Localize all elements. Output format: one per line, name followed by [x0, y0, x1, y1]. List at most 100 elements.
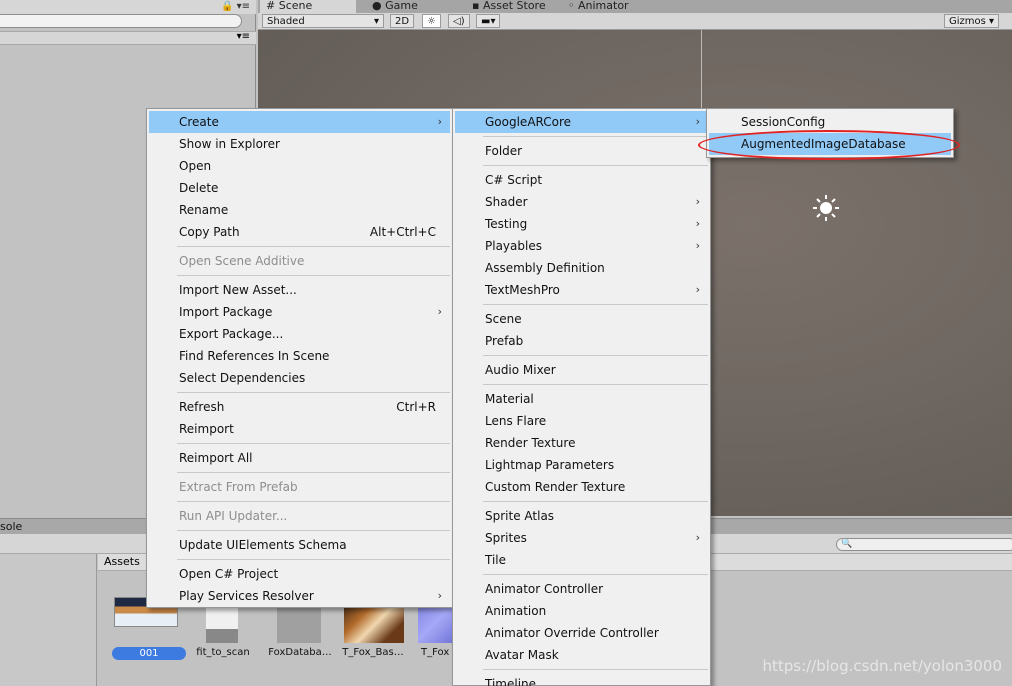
- menu-item-label: Sprites: [485, 531, 527, 545]
- menu-item-export-package[interactable]: Export Package...: [149, 323, 450, 345]
- menu-item-prefab[interactable]: Prefab: [455, 330, 708, 352]
- menu-separator: [483, 304, 708, 305]
- tab-console[interactable]: sole: [0, 520, 22, 533]
- project-search-input[interactable]: 🔍: [836, 538, 1012, 551]
- menu-item-render-texture[interactable]: Render Texture: [455, 432, 708, 454]
- menu-item-import-package[interactable]: Import Package ›: [149, 301, 450, 323]
- menu-item-assembly-definition[interactable]: Assembly Definition: [455, 257, 708, 279]
- menu-item-label: Timeline: [485, 677, 537, 686]
- highlight-annotation: [698, 130, 960, 160]
- hierarchy-search-input[interactable]: [0, 14, 242, 28]
- menu-item-show-in-explorer[interactable]: Show in Explorer: [149, 133, 450, 155]
- menu-item-audio-mixer[interactable]: Audio Mixer: [455, 359, 708, 381]
- menu-item-animation[interactable]: Animation: [455, 600, 708, 622]
- menu-item-label: C# Script: [485, 173, 543, 187]
- chevron-right-icon: ›: [695, 531, 700, 544]
- menu-item-scene[interactable]: Scene: [455, 308, 708, 330]
- menu-item-timeline[interactable]: Timeline: [455, 673, 708, 686]
- menu-item-find-references-in-scene[interactable]: Find References In Scene: [149, 345, 450, 367]
- menu-item-label: Assembly Definition: [485, 261, 605, 275]
- menu-item-folder[interactable]: Folder: [455, 140, 708, 162]
- 2d-toggle-button[interactable]: 2D: [390, 14, 415, 28]
- project-header-bar: ▾≡: [0, 31, 256, 45]
- menu-item-reimport[interactable]: Reimport: [149, 418, 450, 440]
- menu-item-googlearcore[interactable]: GoogleARCore ›: [455, 111, 708, 133]
- menu-item-tile[interactable]: Tile: [455, 549, 708, 571]
- menu-item-copy-path[interactable]: Copy Path Alt+Ctrl+C: [149, 221, 450, 243]
- menu-item-rename[interactable]: Rename: [149, 199, 450, 221]
- menu-item-open[interactable]: Open: [149, 155, 450, 177]
- menu-item-material[interactable]: Material: [455, 388, 708, 410]
- chevron-right-icon: ›: [695, 283, 700, 296]
- menu-item-label: Show in Explorer: [179, 137, 280, 151]
- menu-item-select-dependencies[interactable]: Select Dependencies: [149, 367, 450, 389]
- menu-separator: [483, 165, 708, 166]
- menu-item-sprite-atlas[interactable]: Sprite Atlas: [455, 505, 708, 527]
- menu-item-label: Reimport All: [179, 451, 253, 465]
- tab-animator[interactable]: ◦ Animator: [562, 0, 635, 13]
- gizmos-dropdown[interactable]: Gizmos ▾: [944, 14, 1000, 28]
- directional-light-icon[interactable]: [812, 194, 840, 222]
- menu-item-lightmap-parameters[interactable]: Lightmap Parameters: [455, 454, 708, 476]
- menu-separator: [177, 275, 450, 276]
- tab-game[interactable]: ● Game: [366, 0, 424, 13]
- project-folder-tree[interactable]: [0, 554, 97, 686]
- animator-icon: ◦: [568, 0, 578, 12]
- menu-item-play-services-resolver[interactable]: Play Services Resolver ›: [149, 585, 450, 607]
- shortcut-label: Alt+Ctrl+C: [369, 225, 436, 239]
- menu-item-textmeshpro[interactable]: TextMeshPro ›: [455, 279, 708, 301]
- menu-item-animator-override-controller[interactable]: Animator Override Controller: [455, 622, 708, 644]
- panel-menu-icon[interactable]: ▾≡: [237, 31, 250, 42]
- menu-item-label: GoogleARCore: [485, 115, 572, 129]
- menu-separator: [177, 472, 450, 473]
- asset-label: T_Fox: [421, 647, 450, 658]
- tab-scene[interactable]: # Scene: [260, 0, 356, 13]
- menu-item-sprites[interactable]: Sprites ›: [455, 527, 708, 549]
- menu-separator: [177, 501, 450, 502]
- menu-item-import-new-asset[interactable]: Import New Asset...: [149, 279, 450, 301]
- menu-item-testing[interactable]: Testing ›: [455, 213, 708, 235]
- menu-separator: [483, 501, 708, 502]
- menu-item-label: Custom Render Texture: [485, 480, 626, 494]
- menu-item-update-uielements-schema[interactable]: Update UIElements Schema: [149, 534, 450, 556]
- game-icon: ●: [372, 0, 386, 12]
- breadcrumb-assets[interactable]: Assets: [104, 555, 140, 568]
- menu-item-avatar-mask[interactable]: Avatar Mask: [455, 644, 708, 666]
- shading-mode-dropdown[interactable]: Shaded ▾: [262, 14, 384, 28]
- asset-label: fit_to_scan: [196, 647, 250, 658]
- menu-item-lens-flare[interactable]: Lens Flare: [455, 410, 708, 432]
- scene-tab-bar: # Scene ● Game ▪ Asset Store ◦ Animator: [258, 0, 1012, 13]
- lock-menu-icon[interactable]: 🔒 ▾≡: [221, 1, 250, 12]
- chevron-down-icon: ▾: [373, 16, 379, 27]
- asset-label: T_Fox_Bas…: [342, 647, 404, 658]
- menu-item-label: Reimport: [179, 422, 234, 436]
- menu-item-reimport-all[interactable]: Reimport All: [149, 447, 450, 469]
- menu-item-refresh[interactable]: Refresh Ctrl+R: [149, 396, 450, 418]
- menu-item-label: Avatar Mask: [485, 648, 559, 662]
- menu-item-label: Update UIElements Schema: [179, 538, 347, 552]
- menu-item-animator-controller[interactable]: Animator Controller: [455, 578, 708, 600]
- menu-separator: [177, 392, 450, 393]
- menu-separator: [177, 246, 450, 247]
- menu-item-label: Play Services Resolver: [179, 589, 314, 603]
- menu-item-create[interactable]: Create ›: [149, 111, 450, 133]
- menu-item-label: Testing: [485, 217, 528, 231]
- menu-item-label: Folder: [485, 144, 523, 158]
- menu-item-playables[interactable]: Playables ›: [455, 235, 708, 257]
- menu-item-run-api-updater: Run API Updater...: [149, 505, 450, 527]
- menu-item-label: Audio Mixer: [485, 363, 556, 377]
- menu-item-custom-render-texture[interactable]: Custom Render Texture: [455, 476, 708, 498]
- effects-dropdown-icon[interactable]: ▬▾: [476, 14, 501, 28]
- tab-asset-store[interactable]: ▪ Asset Store: [466, 0, 552, 13]
- menu-item-shader[interactable]: Shader ›: [455, 191, 708, 213]
- lighting-toggle-icon[interactable]: ☼: [422, 14, 441, 28]
- menu-item-label: Open Scene Additive: [179, 254, 305, 268]
- menu-item-open-c-project[interactable]: Open C# Project: [149, 563, 450, 585]
- menu-item-label: SessionConfig: [741, 115, 826, 129]
- menu-item-delete[interactable]: Delete: [149, 177, 450, 199]
- menu-separator: [483, 669, 708, 670]
- audio-toggle-icon[interactable]: ◁): [448, 14, 470, 28]
- chevron-right-icon: ›: [695, 217, 700, 230]
- menu-item-c-script[interactable]: C# Script: [455, 169, 708, 191]
- chevron-right-icon: ›: [695, 239, 700, 252]
